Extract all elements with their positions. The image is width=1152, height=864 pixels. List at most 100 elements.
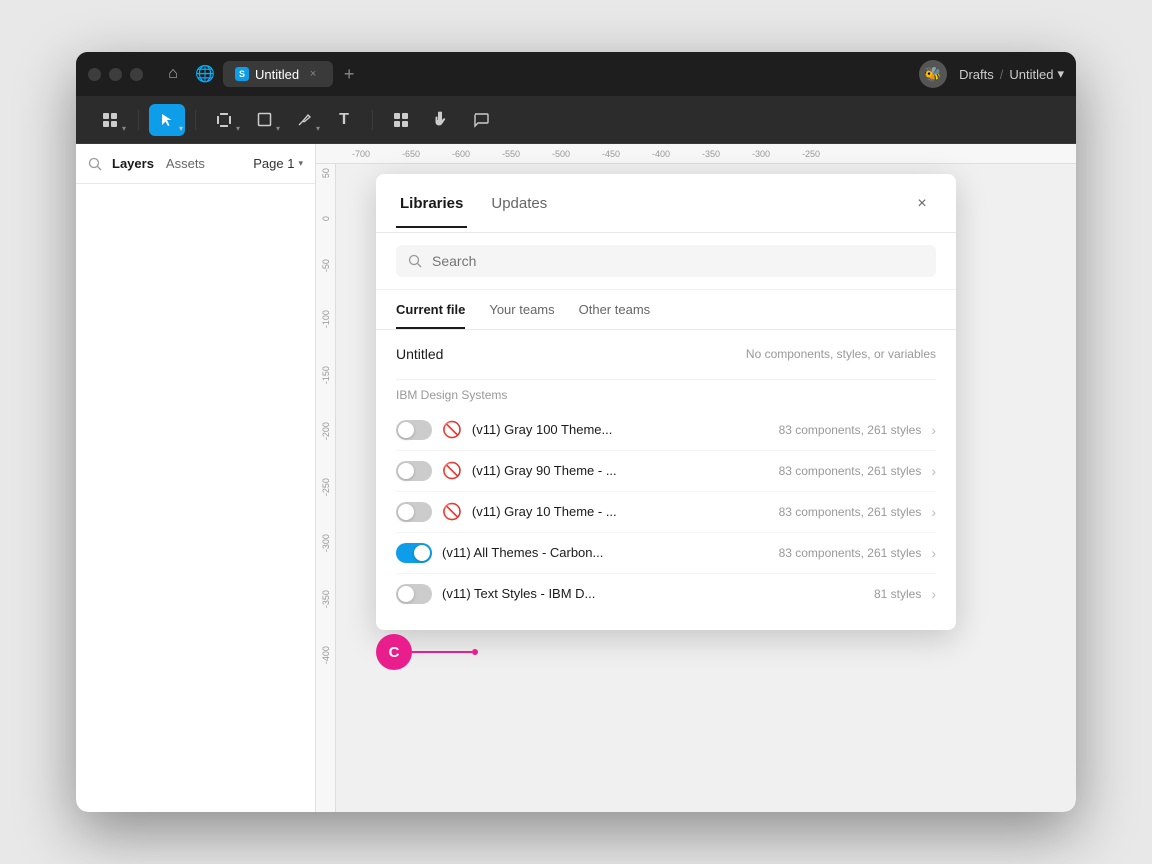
page-chevron-icon: ▾ <box>298 158 303 169</box>
globe-icon[interactable]: 🌐 <box>191 60 219 88</box>
breadcrumb-current[interactable]: Untitled ▾ <box>1009 66 1064 82</box>
ruler-v-mark: -100 <box>321 310 331 328</box>
toolbar-separator-2 <box>195 110 196 130</box>
breadcrumb-current-label: Untitled <box>1009 67 1053 82</box>
new-tab-button[interactable]: + <box>337 62 361 86</box>
minimize-button[interactable] <box>109 68 122 81</box>
item-name-3: (v11) All Themes - Carbon... <box>442 545 769 560</box>
item-name-4: (v11) Text Styles - IBM D... <box>442 586 864 601</box>
libraries-content: Untitled No components, styles, or varia… <box>376 330 956 630</box>
item-meta-3: 83 components, 261 styles <box>779 546 922 560</box>
layers-tab[interactable]: Layers <box>110 152 156 175</box>
toggle-3[interactable] <box>396 543 432 563</box>
item-chevron-1-icon[interactable]: › <box>931 463 936 479</box>
item-icon-2: 🚫 <box>442 502 462 522</box>
pen-tool-button[interactable]: ▾ <box>286 104 322 136</box>
item-meta-0: 83 components, 261 styles <box>779 423 922 437</box>
canvas-area[interactable]: -700 -650 -600 -550 -500 -450 -400 -350 … <box>316 144 1076 812</box>
traffic-lights <box>88 68 143 81</box>
breadcrumb-drafts[interactable]: Drafts <box>959 67 994 82</box>
ruler-v-mark: -150 <box>321 366 331 384</box>
library-item: 🚫 (v11) Gray 100 Theme... 83 components,… <box>396 410 936 451</box>
ruler-mark-h: -500 <box>536 149 586 159</box>
search-input-container[interactable] <box>396 245 936 277</box>
library-subtabs: Current file Your teams Other teams <box>376 290 956 330</box>
page-selector[interactable]: Page 1 ▾ <box>253 156 303 171</box>
your-teams-subtab[interactable]: Your teams <box>489 302 554 329</box>
ruler-v-mark: -300 <box>321 534 331 552</box>
ruler-mark-h: -400 <box>636 149 686 159</box>
ruler-v-mark: 0 <box>321 216 331 221</box>
pen-tool-chevron-icon: ▾ <box>316 124 320 133</box>
ruler-mark-h: -550 <box>486 149 536 159</box>
tab-title: Untitled <box>255 67 299 82</box>
current-file-row: Untitled No components, styles, or varia… <box>396 346 936 363</box>
assets-tool-button[interactable] <box>383 104 419 136</box>
breadcrumb-chevron-icon: ▾ <box>1057 66 1064 82</box>
search-input[interactable] <box>432 253 924 269</box>
breadcrumb-separator: / <box>1000 67 1004 82</box>
text-tool-button[interactable]: T <box>326 104 362 136</box>
select-tool-button[interactable]: ▾ <box>149 104 185 136</box>
title-bar: ⌂ 🌐 S Untitled × + 🐝 Drafts / Untitled ▾ <box>76 52 1076 96</box>
toggle-knob-1 <box>398 463 414 479</box>
active-tab[interactable]: S Untitled × <box>223 61 333 87</box>
user-avatar[interactable]: 🐝 <box>919 60 947 88</box>
toggle-2[interactable] <box>396 502 432 522</box>
toolbar-separator-3 <box>372 110 373 130</box>
toggle-knob-0 <box>398 422 414 438</box>
tab-close-button[interactable]: × <box>305 66 321 82</box>
select-tool-chevron-icon: ▾ <box>179 124 183 133</box>
ruler-v-mark: -200 <box>321 422 331 440</box>
ruler-mark-h: -650 <box>386 149 436 159</box>
panel-header: Layers Assets Page 1 ▾ <box>76 144 315 184</box>
item-chevron-2-icon[interactable]: › <box>931 504 936 520</box>
item-chevron-3-icon[interactable]: › <box>931 545 936 561</box>
toggle-0[interactable] <box>396 420 432 440</box>
tool-group-main: ▾ <box>92 104 128 136</box>
library-item: (v11) Text Styles - IBM D... 81 styles › <box>396 574 936 614</box>
updates-tab[interactable]: Updates <box>487 195 551 228</box>
toggle-knob-4 <box>398 586 414 602</box>
libraries-close-button[interactable]: × <box>908 190 936 218</box>
ruler-mark-h: -700 <box>336 149 386 159</box>
search-icon <box>408 254 422 268</box>
current-file-subtab[interactable]: Current file <box>396 302 465 329</box>
component-tool-chevron-icon: ▾ <box>122 124 126 133</box>
shape-tool-chevron-icon: ▾ <box>276 124 280 133</box>
item-meta-4: 81 styles <box>874 587 921 601</box>
current-file-name: Untitled <box>396 346 443 362</box>
library-items-list: 🚫 (v11) Gray 100 Theme... 83 components,… <box>396 410 936 614</box>
shape-tool-button[interactable]: ▾ <box>246 104 282 136</box>
library-item-enabled: (v11) All Themes - Carbon... 83 componen… <box>396 533 936 574</box>
ruler-mark-h: -450 <box>586 149 636 159</box>
home-icon[interactable]: ⌂ <box>159 60 187 88</box>
current-file-desc: No components, styles, or variables <box>746 346 936 363</box>
item-meta-2: 83 components, 261 styles <box>779 505 922 519</box>
annotation-c-bubble: C <box>376 634 412 670</box>
hand-tool-button[interactable] <box>423 104 459 136</box>
toolbar-separator-1 <box>138 110 139 130</box>
frame-tool-button[interactable]: ▾ <box>206 104 242 136</box>
item-icon-1: 🚫 <box>442 461 462 481</box>
ruler-horizontal: -700 -650 -600 -550 -500 -450 -400 -350 … <box>316 144 1076 164</box>
close-button[interactable] <box>88 68 101 81</box>
toolbar: ▾ ▾ ▾ ▾ ▾ T <box>76 96 1076 144</box>
libraries-tab[interactable]: Libraries <box>396 195 467 228</box>
layers-content <box>76 184 315 812</box>
assets-tab[interactable]: Assets <box>164 152 207 175</box>
other-teams-subtab[interactable]: Other teams <box>579 302 651 329</box>
toggle-4[interactable] <box>396 584 432 604</box>
text-tool-icon: T <box>339 111 349 129</box>
item-chevron-0-icon[interactable]: › <box>931 422 936 438</box>
ruler-mark-h: -600 <box>436 149 486 159</box>
section-title: IBM Design Systems <box>396 379 936 410</box>
ruler-mark-h: -300 <box>736 149 786 159</box>
maximize-button[interactable] <box>130 68 143 81</box>
component-tool-button[interactable]: ▾ <box>92 104 128 136</box>
item-chevron-4-icon[interactable]: › <box>931 586 936 602</box>
ruler-v-mark: -400 <box>321 646 331 664</box>
comment-tool-button[interactable] <box>463 104 499 136</box>
item-name-2: (v11) Gray 10 Theme - ... <box>472 504 769 519</box>
toggle-1[interactable] <box>396 461 432 481</box>
